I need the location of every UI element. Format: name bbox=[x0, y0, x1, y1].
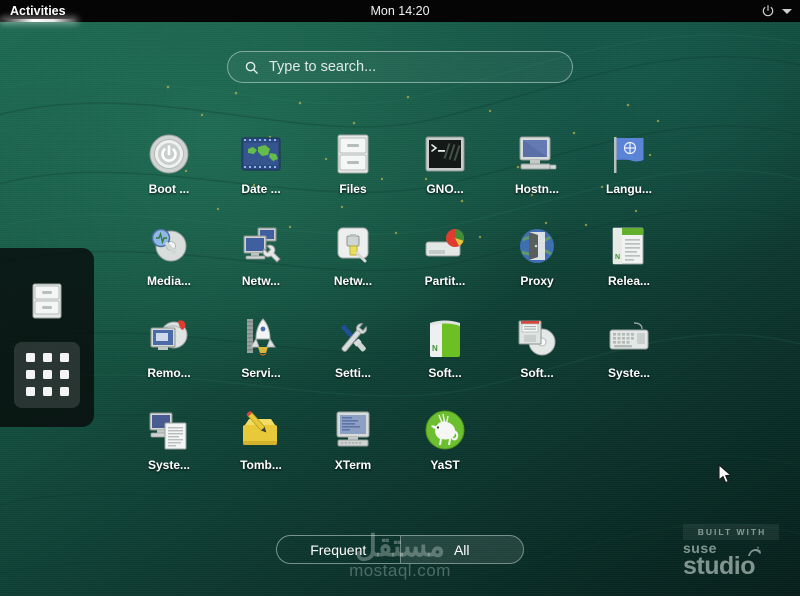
blue-flag-icon bbox=[605, 130, 653, 178]
mouse-cursor bbox=[718, 464, 734, 486]
app-item-tomboy[interactable]: Tomb... bbox=[215, 402, 307, 494]
view-toggle: Frequent All bbox=[276, 535, 524, 564]
remote-desktop-icon bbox=[145, 314, 193, 362]
app-label: Relea... bbox=[608, 274, 650, 288]
app-item-proxy[interactable]: Proxy bbox=[491, 218, 583, 310]
app-label: Media... bbox=[147, 274, 191, 288]
app-label: Proxy bbox=[520, 274, 553, 288]
globe-door-icon bbox=[513, 222, 561, 270]
gnome-activities-overview: Activities Mon 14:20 Type to search... bbox=[0, 0, 800, 596]
chameleon-icon bbox=[421, 406, 469, 454]
filing-cabinet-icon bbox=[329, 130, 377, 178]
app-grid-icon bbox=[26, 353, 69, 396]
harddisk-piechart-icon bbox=[421, 222, 469, 270]
app-item-services[interactable]: Servi... bbox=[215, 310, 307, 402]
app-label: Boot ... bbox=[149, 182, 190, 196]
software-box-icon: N bbox=[421, 314, 469, 362]
app-label: Syste... bbox=[608, 366, 650, 380]
app-item-yast[interactable]: YaST bbox=[399, 402, 491, 494]
app-item-files[interactable]: Files bbox=[307, 126, 399, 218]
svg-text:N: N bbox=[432, 344, 438, 353]
search-input[interactable]: Type to search... bbox=[227, 51, 573, 83]
search-icon bbox=[244, 60, 259, 75]
app-label: Soft... bbox=[520, 366, 553, 380]
app-item-date[interactable]: Date ... bbox=[215, 126, 307, 218]
floppy-disc-icon bbox=[513, 314, 561, 362]
computer-document-icon bbox=[145, 406, 193, 454]
world-map-icon bbox=[237, 130, 285, 178]
app-item-software-management[interactable]: N Soft... bbox=[399, 310, 491, 402]
app-item-system-info[interactable]: Syste... bbox=[123, 402, 215, 494]
tools-icon bbox=[329, 314, 377, 362]
toggle-all[interactable]: All bbox=[400, 536, 524, 563]
app-label: Netw... bbox=[334, 274, 372, 288]
release-notes-icon: N bbox=[605, 222, 653, 270]
network-jack-icon bbox=[329, 222, 377, 270]
dash-bar bbox=[0, 248, 94, 427]
rocket-launch-icon bbox=[237, 314, 285, 362]
search-placeholder: Type to search... bbox=[269, 59, 376, 75]
app-label: Soft... bbox=[428, 366, 461, 380]
app-label: Tomb... bbox=[240, 458, 282, 472]
disc-magnifier-icon bbox=[145, 222, 193, 270]
xterm-monitor-icon bbox=[329, 406, 377, 454]
yellow-pencil-box-icon bbox=[237, 406, 285, 454]
toggle-all-label: All bbox=[454, 542, 470, 558]
app-item-boot[interactable]: Boot ... bbox=[123, 126, 215, 218]
app-label: GNO... bbox=[426, 182, 463, 196]
filing-cabinet-icon bbox=[25, 279, 69, 323]
app-label: Date ... bbox=[241, 182, 280, 196]
app-item-gnome-terminal[interactable]: GNO... bbox=[399, 126, 491, 218]
chameleon-icon bbox=[746, 546, 762, 560]
app-item-hostname[interactable]: Hostn... bbox=[491, 126, 583, 218]
app-label: Files bbox=[339, 182, 366, 196]
keyboard-icon bbox=[605, 314, 653, 362]
app-item-network-card[interactable]: Netw... bbox=[307, 218, 399, 310]
app-label: Remo... bbox=[147, 366, 190, 380]
chevron-down-icon bbox=[782, 9, 792, 14]
app-item-system-keyboard[interactable]: Syste... bbox=[583, 310, 675, 402]
system-menu-button[interactable] bbox=[761, 0, 792, 22]
app-label: XTerm bbox=[335, 458, 371, 472]
app-item-xterm[interactable]: XTerm bbox=[307, 402, 399, 494]
desktop-computer-icon bbox=[513, 130, 561, 178]
app-label: Hostn... bbox=[515, 182, 559, 196]
clock-label: Mon 14:20 bbox=[370, 4, 429, 18]
power-icon bbox=[761, 4, 775, 18]
app-label: Langu... bbox=[606, 182, 652, 196]
badge-built-with: BUILT WITH bbox=[683, 524, 779, 540]
svg-text:N: N bbox=[615, 254, 620, 261]
app-item-release-notes[interactable]: N Relea... bbox=[583, 218, 675, 310]
dash-item-show-applications[interactable] bbox=[14, 342, 80, 408]
toggle-frequent[interactable]: Frequent bbox=[277, 536, 400, 563]
app-item-settings[interactable]: Setti... bbox=[307, 310, 399, 402]
network-wrench-icon bbox=[237, 222, 285, 270]
suse-studio-badge: BUILT WITH suse studio bbox=[683, 524, 787, 580]
application-grid: Boot ... bbox=[123, 126, 675, 494]
clock-button[interactable]: Mon 14:20 bbox=[0, 0, 800, 22]
toggle-frequent-label: Frequent bbox=[310, 542, 366, 558]
app-label: Setti... bbox=[335, 366, 371, 380]
terminal-icon bbox=[421, 130, 469, 178]
app-label: Partit... bbox=[425, 274, 466, 288]
app-item-software-repositories[interactable]: Soft... bbox=[491, 310, 583, 402]
app-item-language[interactable]: Langu... bbox=[583, 126, 675, 218]
app-label: Servi... bbox=[241, 366, 280, 380]
top-bar: Activities Mon 14:20 bbox=[0, 0, 800, 22]
app-label: YaST bbox=[430, 458, 459, 472]
app-item-partitioner[interactable]: Partit... bbox=[399, 218, 491, 310]
app-item-network-settings[interactable]: Netw... bbox=[215, 218, 307, 310]
dash-item-files[interactable] bbox=[14, 268, 80, 334]
app-item-media-check[interactable]: Media... bbox=[123, 218, 215, 310]
app-item-remote-administration[interactable]: Remo... bbox=[123, 310, 215, 402]
power-button-icon bbox=[145, 130, 193, 178]
watermark-domain: mostaql.com bbox=[0, 561, 800, 581]
app-label: Syste... bbox=[148, 458, 190, 472]
badge-studio: studio bbox=[683, 554, 787, 578]
app-label: Netw... bbox=[242, 274, 280, 288]
